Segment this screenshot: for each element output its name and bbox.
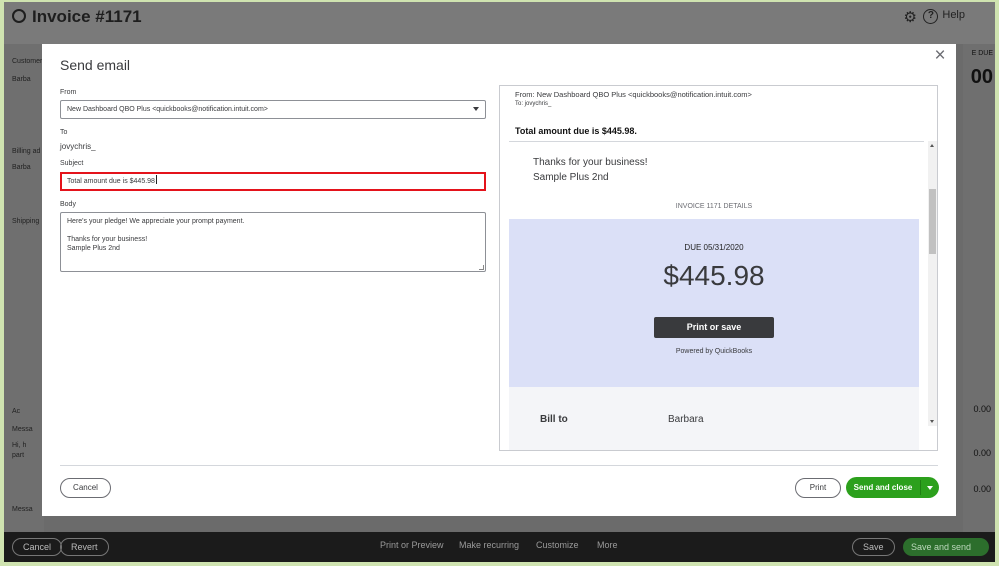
help-icon: ? bbox=[923, 9, 939, 24]
subtotal-value: 0.00 bbox=[973, 404, 991, 414]
add-lines-button[interactable]: Ac bbox=[12, 408, 20, 415]
scrollbar-thumb[interactable] bbox=[929, 189, 936, 254]
powered-by: Powered by QuickBooks bbox=[675, 348, 753, 355]
invoice-title: Invoice #1171 bbox=[12, 7, 142, 27]
preview-bill-panel: Bill to Barbara bbox=[509, 387, 919, 450]
invoice-right-fields: E DUE 00 0.00 0.00 0.00 bbox=[963, 44, 995, 532]
send-and-close-button[interactable]: Send and close bbox=[846, 477, 920, 498]
email-preview: From: New Dashboard QBO Plus <quickbooks… bbox=[499, 85, 938, 451]
resize-grip-icon[interactable] bbox=[479, 265, 484, 270]
preview-scrollbar[interactable] bbox=[928, 141, 937, 426]
invoice-header: Invoice #1171 ⚙ ? Help bbox=[4, 2, 995, 44]
customer-label: Customer bbox=[12, 58, 43, 65]
preview-amount: $445.98 bbox=[663, 260, 765, 291]
bill-to-name: Barbara bbox=[668, 414, 704, 425]
balance-due-amount: 00 bbox=[970, 66, 993, 88]
to-field[interactable]: jovychris_ bbox=[60, 142, 96, 151]
from-label: From bbox=[60, 89, 77, 96]
more-link[interactable]: More bbox=[597, 540, 618, 550]
to-label: To bbox=[60, 129, 68, 136]
send-email-modal: Send email × From New Dashboard QBO Plus… bbox=[42, 44, 956, 516]
chevron-down-icon bbox=[927, 486, 933, 490]
text-cursor bbox=[155, 175, 157, 184]
close-icon[interactable]: × bbox=[930, 46, 950, 66]
footer-save-button[interactable]: Save bbox=[852, 538, 895, 556]
bill-to-label: Bill to bbox=[540, 414, 568, 425]
body-textarea-value: Here's your pledge! We appreciate your p… bbox=[67, 218, 245, 252]
shipping-label: Shipping bbox=[12, 218, 40, 225]
invoice-left-fields: Customer Barba Billing ad Barba Shipping… bbox=[4, 44, 44, 532]
customize-link[interactable]: Customize bbox=[536, 540, 579, 550]
subject-input-value: Total amount due is $445.98 bbox=[67, 178, 155, 185]
tax-value: 0.00 bbox=[973, 448, 991, 458]
balance-due-label: E DUE bbox=[971, 50, 993, 57]
preview-thanks: Thanks for your business! Sample Plus 2n… bbox=[533, 157, 648, 183]
preview-subject: Total amount due is $445.98. bbox=[515, 126, 637, 136]
preview-due-date: DUE 05/31/2020 bbox=[684, 243, 744, 252]
message-text-1[interactable]: Hi, h bbox=[12, 442, 26, 449]
preview-from: From: New Dashboard QBO Plus <quickbooks… bbox=[515, 90, 752, 99]
gear-icon[interactable]: ⚙ bbox=[904, 8, 917, 26]
make-recurring-link[interactable]: Make recurring bbox=[459, 540, 519, 550]
billing-address-label: Billing ad bbox=[12, 148, 41, 155]
print-button[interactable]: Print bbox=[795, 478, 841, 498]
history-icon[interactable] bbox=[12, 9, 26, 23]
billing-address-value[interactable]: Barba bbox=[12, 164, 31, 171]
customer-value[interactable]: Barba bbox=[12, 76, 31, 83]
footer-revert-button[interactable]: Revert bbox=[60, 538, 109, 556]
scroll-up-icon[interactable] bbox=[930, 144, 934, 147]
invoice-footer: Cancel Revert Print or Preview Make recu… bbox=[4, 532, 995, 562]
cancel-button[interactable]: Cancel bbox=[60, 478, 111, 498]
send-button-group: Send and close bbox=[846, 477, 939, 498]
from-select[interactable]: New Dashboard QBO Plus <quickbooks@notif… bbox=[60, 100, 486, 119]
message-text-2[interactable]: part bbox=[12, 452, 24, 459]
modal-footer-divider bbox=[60, 465, 938, 466]
print-preview-link[interactable]: Print or Preview bbox=[380, 540, 444, 550]
preview-amount-panel: DUE 05/31/2020 $445.98 Print or save Pow… bbox=[509, 219, 919, 387]
help-label: Help bbox=[942, 9, 965, 21]
statement-message-label: Messa bbox=[12, 506, 33, 513]
preview-divider bbox=[509, 141, 924, 142]
body-textarea[interactable]: Here's your pledge! We appreciate your p… bbox=[60, 212, 486, 272]
shipping-value: 0.00 bbox=[973, 484, 991, 494]
message-label: Messa bbox=[12, 426, 33, 433]
footer-save-and-send-button[interactable]: Save and send bbox=[903, 538, 989, 556]
from-select-value: New Dashboard QBO Plus <quickbooks@notif… bbox=[67, 106, 268, 113]
footer-cancel-button[interactable]: Cancel bbox=[12, 538, 63, 556]
preview-details-heading: INVOICE 1171 DETAILS bbox=[675, 203, 753, 210]
subject-input[interactable]: Total amount due is $445.98 bbox=[60, 172, 486, 191]
help-button[interactable]: ? Help bbox=[923, 9, 965, 24]
subject-label: Subject bbox=[60, 160, 84, 167]
scroll-down-icon[interactable] bbox=[930, 420, 934, 423]
modal-title: Send email bbox=[60, 57, 131, 73]
body-label: Body bbox=[60, 201, 76, 208]
invoice-title-text: Invoice #1171 bbox=[32, 7, 142, 26]
chevron-down-icon bbox=[473, 107, 479, 111]
print-or-save-button[interactable]: Print or save bbox=[654, 317, 774, 338]
preview-to: To: jovychris_ bbox=[515, 101, 552, 107]
send-options-button[interactable] bbox=[921, 477, 939, 498]
